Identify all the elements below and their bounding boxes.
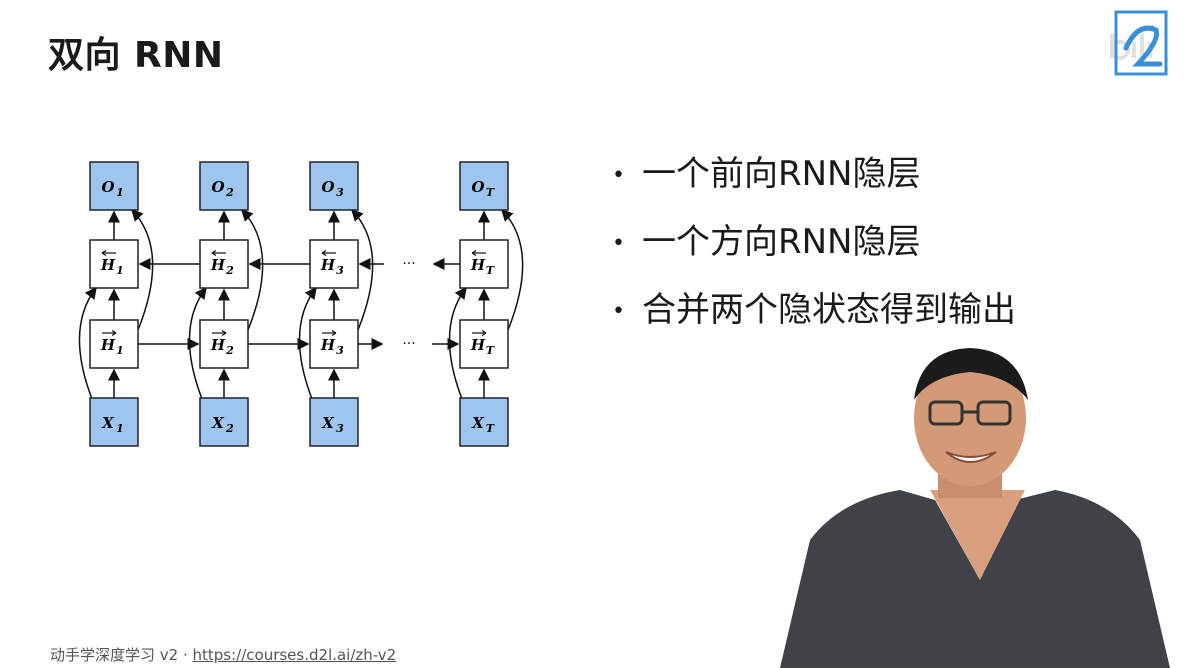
ellipsis: ··· [402, 336, 415, 352]
bullet-text: 合并两个隐状态得到输出 [642, 290, 1016, 330]
backward-hidden-node: HT [459, 239, 509, 289]
input-node-label: X [471, 414, 485, 432]
output-node: O3 [309, 161, 359, 211]
backward-hidden-node-subscript: 2 [225, 264, 234, 277]
input-node-subscript: T [486, 422, 495, 435]
bullet-text: 一个前向RNN隐层 [642, 154, 921, 194]
backward-hidden-node: H1 [89, 239, 139, 289]
input-node-label: X [321, 414, 335, 432]
input-node: XT [459, 397, 509, 447]
input-node-subscript: 2 [225, 422, 234, 435]
backward-hidden-node-subscript: T [486, 264, 495, 277]
output-node: O2 [199, 161, 249, 211]
forward-hidden-node-subscript: 1 [116, 344, 124, 357]
forward-hidden-node-label: H [100, 336, 116, 354]
bullet-item: • 一个方向RNN隐层 [612, 222, 921, 262]
output-node-subscript: 1 [116, 186, 124, 199]
input-node-subscript: 3 [336, 422, 344, 435]
output-node-subscript: 3 [336, 186, 344, 199]
backward-hidden-node: H2 [199, 239, 249, 289]
presenter-video [780, 348, 1170, 668]
backward-hidden-node-label: H [320, 256, 336, 274]
forward-hidden-node-label: H [210, 336, 226, 354]
output-node-label: O [321, 178, 334, 196]
output-node-label: O [101, 178, 114, 196]
backward-hidden-node-label: H [100, 256, 116, 274]
input-node: X3 [309, 397, 359, 447]
bidirectional-rnn-diagram: O 1H 1H 1X 1O 2H 2H 2X 2O 3H 3H 3X 3O TH TH TX T······ [78, 161, 524, 447]
footer: 动手学深度学习 v2 · https://courses.d2l.ai/zh-v… [50, 644, 396, 665]
forward-hidden-node-label: H [320, 336, 336, 354]
bullet-list: • 一个前向RNN隐层 • 一个方向RNN隐层 • 合并两个隐状态得到输出 [612, 150, 1016, 354]
input-node: X2 [199, 397, 249, 447]
backward-hidden-node-label: H [210, 256, 226, 274]
backward-hidden-node-subscript: 3 [336, 264, 344, 277]
forward-hidden-node: H1 [89, 319, 139, 369]
input-node-subscript: 1 [116, 422, 124, 435]
forward-hidden-node-subscript: T [486, 344, 495, 357]
ellipsis: ··· [402, 256, 415, 272]
forward-hidden-node-subscript: 2 [225, 344, 234, 357]
output-node-label: O [471, 178, 484, 196]
input-node: X1 [89, 397, 139, 447]
forward-hidden-node: HT [459, 319, 509, 369]
forward-hidden-node: H3 [309, 319, 359, 369]
backward-hidden-node-subscript: 1 [116, 264, 124, 277]
course-link[interactable]: https://courses.d2l.ai/zh-v2 [193, 646, 397, 664]
forward-hidden-node-subscript: 3 [336, 344, 344, 357]
slide-title: 双向 RNN [48, 35, 224, 76]
bullet-item: • 一个前向RNN隐层 [612, 154, 921, 194]
d2l-logo-icon [1110, 10, 1168, 76]
input-node-label: X [211, 414, 225, 432]
output-node-subscript: T [486, 186, 495, 199]
output-node: O1 [89, 161, 139, 211]
backward-hidden-node: H3 [309, 239, 359, 289]
input-node-label: X [101, 414, 115, 432]
backward-hidden-node-label: H [470, 256, 486, 274]
output-node: OT [459, 161, 509, 211]
forward-hidden-node-label: H [470, 336, 486, 354]
output-node-label: O [211, 178, 224, 196]
bullet-text: 一个方向RNN隐层 [642, 222, 921, 262]
footer-text: 动手学深度学习 v2 · [50, 646, 193, 664]
output-node-subscript: 2 [225, 186, 234, 199]
forward-hidden-node: H2 [199, 319, 249, 369]
